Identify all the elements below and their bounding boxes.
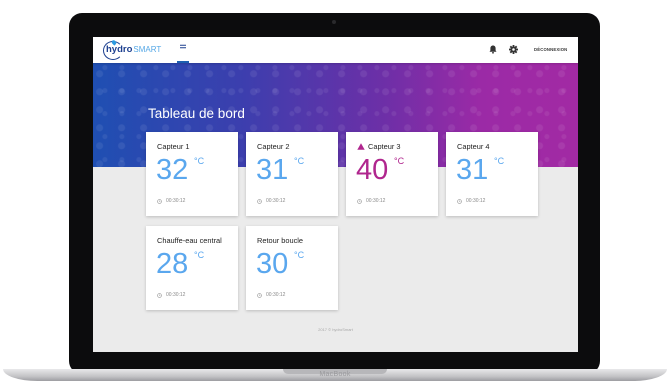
temperature-unit: °C <box>194 250 205 260</box>
sensor-temperature: 31 <box>256 154 289 186</box>
clock-icon <box>457 198 462 204</box>
laptop-brand: MacBook <box>319 371 351 378</box>
timestamp-text: 00:30:12 <box>266 292 286 298</box>
timestamp-text: 00:30:12 <box>266 198 286 204</box>
sensor-name: Capteur 1 <box>157 142 190 151</box>
temperature-unit: °C <box>394 156 405 166</box>
clock-icon <box>157 198 162 204</box>
warning-icon <box>357 143 365 150</box>
temperature-unit: °C <box>494 156 505 166</box>
sensor-card[interactable]: Capteur 2 31 °C 00:30:12 <box>246 132 338 216</box>
grid-dots <box>180 44 186 49</box>
timestamp-text: 00:30:12 <box>166 198 186 204</box>
timestamp-text: 00:30:12 <box>166 292 186 298</box>
logout-button[interactable]: DÉCONNEXION <box>534 47 567 52</box>
clock-icon <box>157 292 162 298</box>
sensor-card[interactable]: Capteur 1 32 °C 00:30:12 <box>146 132 238 216</box>
temperature-unit: °C <box>294 156 305 166</box>
sensor-timestamp: 00:30:12 <box>257 198 285 204</box>
clock-icon <box>257 198 262 204</box>
sensor-temperature: 31 <box>456 154 489 186</box>
sensor-timestamp: 00:30:12 <box>257 292 285 298</box>
dashboard-grid-icon[interactable] <box>177 44 189 63</box>
sensor-name-text: Capteur 3 <box>368 142 401 151</box>
logo-accent-text: SMART <box>133 45 162 54</box>
temperature-unit: °C <box>294 250 305 260</box>
sensor-name: Retour boucle <box>257 236 304 245</box>
app-screen: hydro SMART DÉCONNEXION Tableau de bord … <box>93 37 578 352</box>
temperature-unit: °C <box>194 156 205 166</box>
camera <box>332 20 336 24</box>
sensor-timestamp: 00:30:12 <box>157 292 185 298</box>
page-title: Tableau de bord <box>148 106 245 121</box>
sensor-card[interactable]: Retour boucle 30 °C 00:30:12 <box>246 226 338 310</box>
sensor-card[interactable]: Chauffe-eau central 28 °C 00:30:12 <box>146 226 238 310</box>
bell-icon[interactable] <box>489 45 497 54</box>
clock-icon <box>357 198 362 204</box>
sensor-temperature: 28 <box>156 248 189 280</box>
sensor-temperature: 32 <box>156 154 189 186</box>
top-navbar: hydro SMART DÉCONNEXION <box>93 37 578 63</box>
sensor-name: Chauffe-eau central <box>157 236 222 245</box>
sensor-name: Capteur 3 <box>357 142 400 151</box>
sensor-temperature: 40 <box>356 154 389 186</box>
timestamp-text: 00:30:12 <box>466 198 486 204</box>
sensor-timestamp: 00:30:12 <box>157 198 185 204</box>
timestamp-text: 00:30:12 <box>366 198 386 204</box>
gear-icon[interactable] <box>509 45 518 54</box>
sensor-temperature: 30 <box>256 248 289 280</box>
sensor-timestamp: 00:30:12 <box>457 198 485 204</box>
sensor-timestamp: 00:30:12 <box>357 198 385 204</box>
sensor-name: Capteur 2 <box>257 142 290 151</box>
sensor-name: Capteur 4 <box>457 142 490 151</box>
app-logo[interactable]: hydro SMART <box>103 39 162 60</box>
page-footer: 2017 © hydroSmart <box>318 327 353 332</box>
sensor-card[interactable]: Capteur 4 31 °C 00:30:12 <box>446 132 538 216</box>
clock-icon <box>257 292 262 298</box>
sensor-card-alert[interactable]: Capteur 3 40 °C 00:30:12 <box>346 132 438 216</box>
